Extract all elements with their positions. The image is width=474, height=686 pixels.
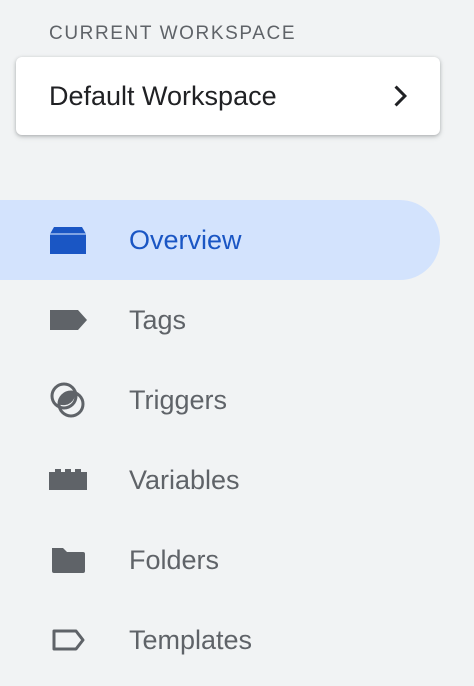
overview-icon — [50, 227, 86, 254]
variables-icon — [49, 469, 87, 490]
current-workspace-label: CURRENT WORKSPACE — [49, 23, 297, 44]
workspace-name: Default Workspace — [49, 81, 277, 111]
nav-menu: Overview Tags Triggers Variables Folders… — [0, 200, 474, 680]
sidebar: CURRENT WORKSPACE Default Workspace Over… — [0, 0, 474, 686]
nav-item-triggers[interactable]: Triggers — [0, 360, 440, 440]
nav-item-tags[interactable]: Tags — [0, 280, 440, 360]
nav-item-label: Overview — [129, 225, 242, 255]
trigger-icon — [50, 382, 85, 418]
nav-item-templates[interactable]: Templates — [0, 600, 440, 680]
template-icon — [52, 629, 85, 651]
workspace-selector-button[interactable]: Default Workspace — [16, 57, 440, 135]
nav-item-label: Triggers — [129, 385, 228, 415]
nav-item-variables[interactable]: Variables — [0, 440, 440, 520]
folder-icon — [52, 548, 85, 573]
tag-icon — [50, 310, 87, 330]
nav-item-label: Variables — [129, 465, 240, 495]
nav-item-label: Tags — [129, 305, 187, 335]
nav-item-overview[interactable]: Overview — [0, 200, 440, 280]
nav-item-label: Templates — [129, 625, 253, 655]
chevron-right-icon — [394, 85, 408, 107]
nav-item-label: Folders — [129, 545, 220, 575]
nav-item-folders[interactable]: Folders — [0, 520, 440, 600]
